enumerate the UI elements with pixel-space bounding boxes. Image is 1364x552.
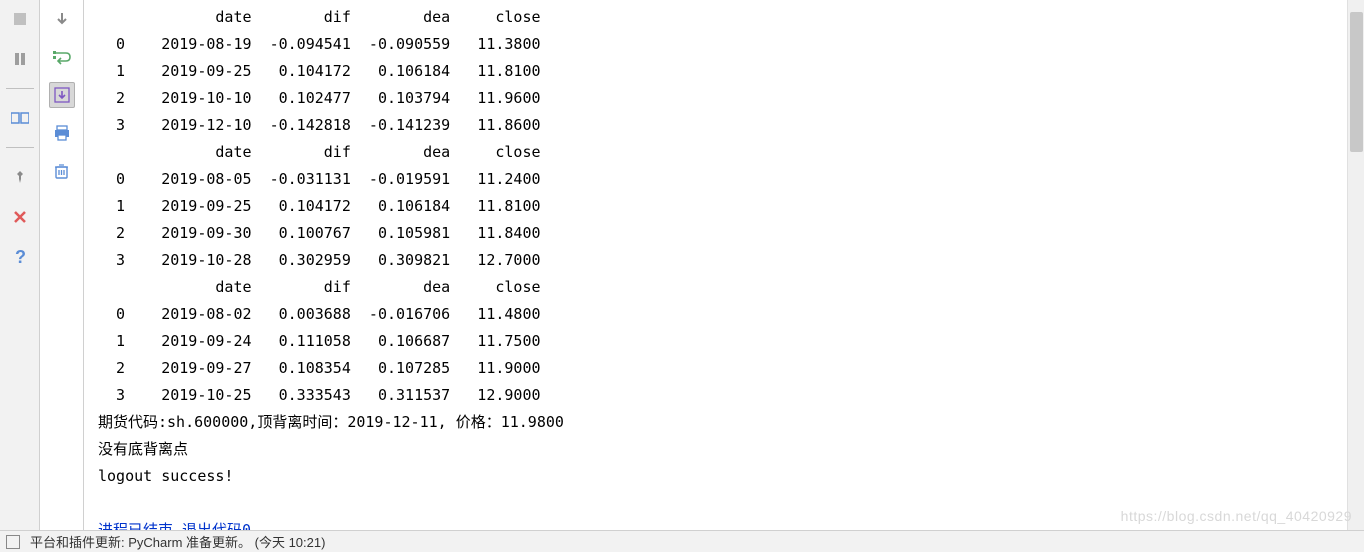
table-row: 2 2019-10-10 0.102477 0.103794 11.9600: [98, 85, 1364, 112]
debug-toolbar-left: ?: [0, 0, 40, 530]
table-row: 0 2019-08-19 -0.094541 -0.090559 11.3800: [98, 31, 1364, 58]
stop-button[interactable]: [7, 6, 33, 32]
layout-button[interactable]: [7, 105, 33, 131]
table-header: date dif dea close: [98, 139, 1364, 166]
table-row: 2 2019-09-27 0.108354 0.107285 11.9000: [98, 355, 1364, 382]
table-row: 3 2019-10-28 0.302959 0.309821 12.7000: [98, 247, 1364, 274]
trash-button[interactable]: [49, 158, 75, 184]
table-row: 1 2019-09-25 0.104172 0.106184 11.8100: [98, 58, 1364, 85]
table-row: 3 2019-12-10 -0.142818 -0.141239 11.8600: [98, 112, 1364, 139]
table-header: date dif dea close: [98, 274, 1364, 301]
status-window-icon[interactable]: [6, 535, 20, 549]
pause-button[interactable]: [7, 46, 33, 72]
vertical-scrollbar[interactable]: [1347, 0, 1364, 530]
print-button[interactable]: [49, 120, 75, 146]
console-toolbar: [40, 0, 84, 530]
table-row: 2 2019-09-30 0.100767 0.105981 11.8400: [98, 220, 1364, 247]
table-header: date dif dea close: [98, 4, 1364, 31]
table-row: 1 2019-09-25 0.104172 0.106184 11.8100: [98, 193, 1364, 220]
table-row: 0 2019-08-05 -0.031131 -0.019591 11.2400: [98, 166, 1364, 193]
scroll-down-icon[interactable]: [49, 6, 75, 32]
output-line: 期货代码:sh.600000,顶背离时间：2019-12-11, 价格：11.9…: [98, 409, 1364, 436]
output-line: 没有底背离点: [98, 436, 1364, 463]
svg-text:?: ?: [15, 248, 26, 266]
scroll-to-end-button[interactable]: [49, 82, 75, 108]
table-row: 1 2019-09-24 0.111058 0.106687 11.7500: [98, 328, 1364, 355]
watermark-text: https://blog.csdn.net/qq_40420929: [1121, 508, 1352, 524]
soft-wrap-button[interactable]: [49, 44, 75, 70]
table-row: 3 2019-10-25 0.333543 0.311537 12.9000: [98, 382, 1364, 409]
console-output[interactable]: date dif dea close 0 2019-08-19 -0.09454…: [84, 0, 1364, 530]
pin-button[interactable]: [7, 164, 33, 190]
scrollbar-thumb[interactable]: [1350, 12, 1363, 152]
status-bar: 平台和插件更新: PyCharm 准备更新。 (今天 10:21): [0, 530, 1364, 552]
table-row: 0 2019-08-02 0.003688 -0.016706 11.4800: [98, 301, 1364, 328]
close-button[interactable]: [7, 204, 33, 230]
output-line: logout success!: [98, 463, 1364, 490]
help-button[interactable]: ?: [7, 244, 33, 270]
status-message: 平台和插件更新: PyCharm 准备更新。 (今天 10:21): [30, 532, 325, 551]
